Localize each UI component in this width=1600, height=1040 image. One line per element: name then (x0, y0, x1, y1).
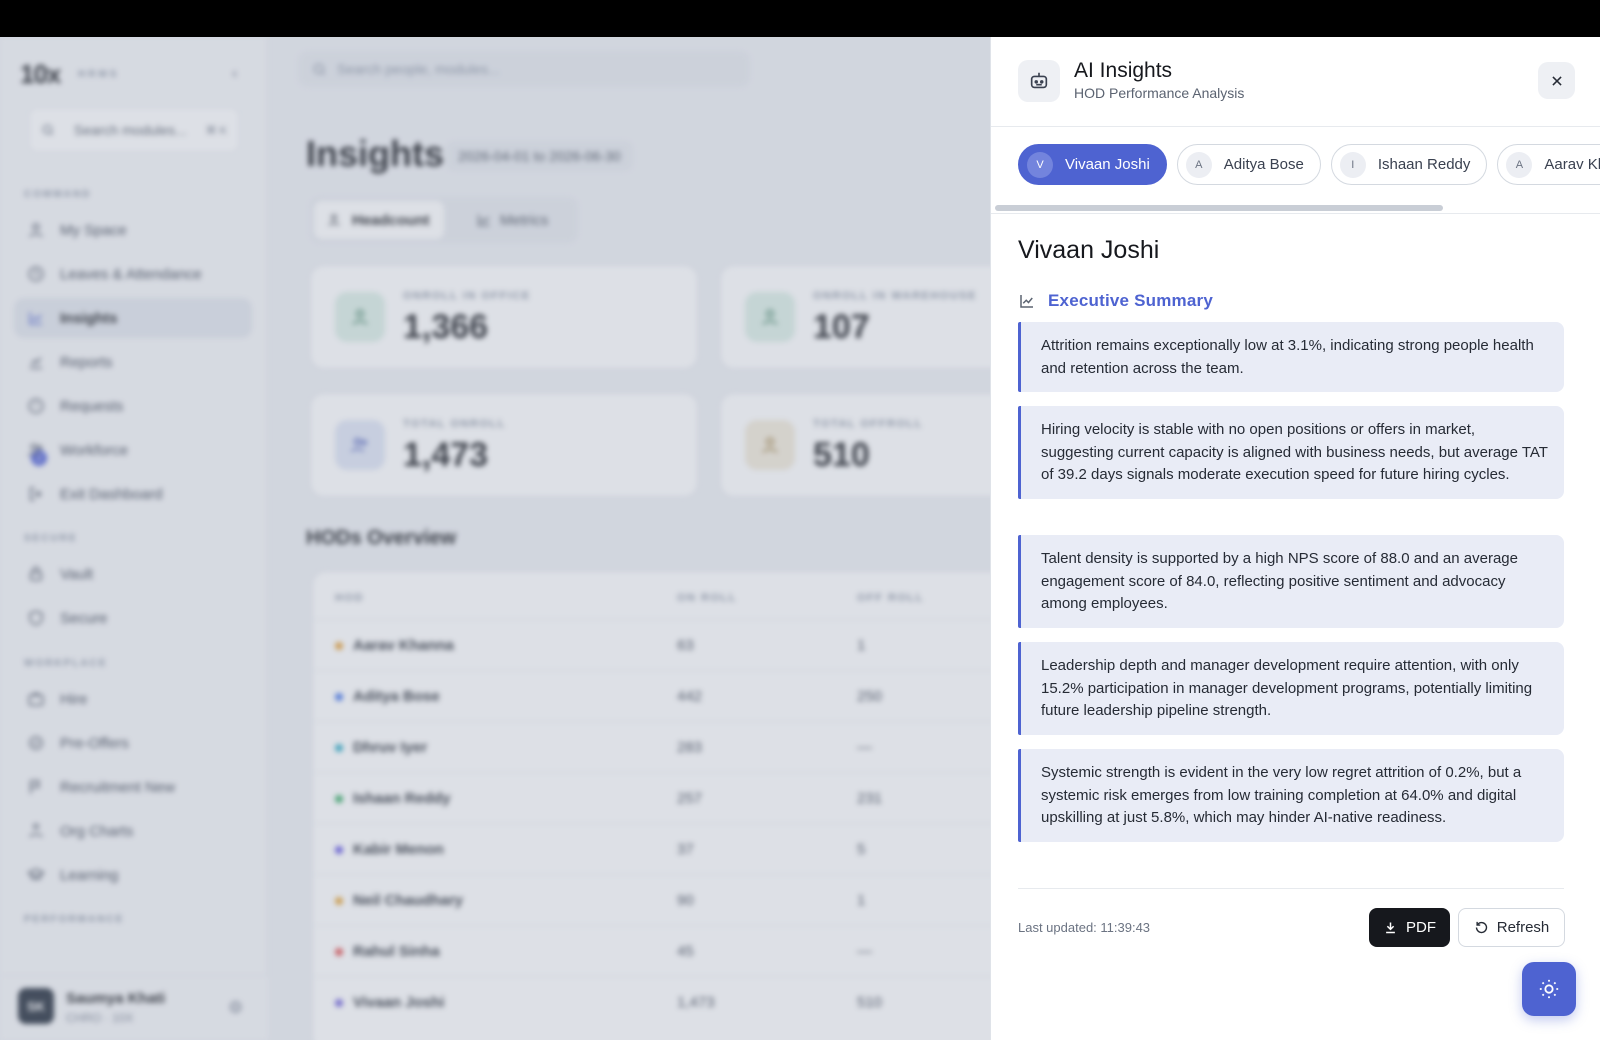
avatar: V (1027, 151, 1053, 178)
theme-toggle-button[interactable] (1522, 962, 1576, 1016)
insight-card: Systemic strength is evident in the very… (1018, 749, 1564, 842)
insight-card: Talent density is supported by a high NP… (1018, 535, 1564, 628)
hod-selector: V Vivaan Joshi A Aditya Bose I Ishaan Re… (1018, 144, 1600, 186)
panel-subtitle: HOD Performance Analysis (1074, 85, 1245, 101)
selected-hod-name: Vivaan Joshi (1018, 236, 1160, 264)
close-button[interactable] (1538, 62, 1575, 99)
insight-card: Attrition remains exceptionally low at 3… (1018, 322, 1564, 392)
divider (991, 213, 1600, 214)
hod-chip-vivaan-joshi[interactable]: V Vivaan Joshi (1018, 144, 1167, 185)
hod-chip-label: Vivaan Joshi (1065, 156, 1150, 173)
insight-card: Leadership depth and manager development… (1018, 642, 1564, 735)
horizontal-scrollbar[interactable] (995, 205, 1443, 211)
download-icon (1386, 922, 1395, 934)
avatar: A (1185, 151, 1212, 178)
screen-top-bar (0, 0, 1600, 37)
close-icon (1551, 75, 1562, 86)
button-label: Refresh (1496, 919, 1550, 936)
ai-insights-panel: AI Insights HOD Performance Analysis V V… (990, 37, 1600, 1040)
panel-title: AI Insights (1074, 59, 1173, 82)
divider (991, 126, 1600, 127)
insight-card: Hiring velocity is stable with no open p… (1018, 406, 1564, 499)
hod-chip-aditya-bose[interactable]: A Aditya Bose (1176, 144, 1321, 185)
last-updated-text: Last updated: 11:39:43 (1018, 920, 1151, 935)
executive-summary-heading: Executive Summary (1018, 291, 1213, 311)
hod-chip-aarav-khanna[interactable]: A Aarav Khanna (1497, 144, 1600, 185)
divider (1018, 888, 1564, 889)
download-pdf-button[interactable]: PDF (1369, 908, 1450, 947)
section-title: Executive Summary (1048, 291, 1213, 310)
hod-chip-label: Aarav Khanna (1544, 156, 1600, 173)
refresh-icon (1475, 921, 1487, 934)
sun-icon (1539, 979, 1559, 999)
hod-chip-ishaan-reddy[interactable]: I Ishaan Reddy (1330, 144, 1488, 185)
hod-chip-label: Ishaan Reddy (1377, 156, 1471, 173)
chart-icon (1020, 295, 1033, 308)
avatar: I (1339, 151, 1366, 178)
robot-icon (1018, 60, 1060, 102)
avatar: A (1506, 151, 1533, 178)
refresh-button[interactable]: Refresh (1458, 908, 1565, 947)
button-label: PDF (1406, 919, 1436, 936)
hod-chip-label: Aditya Bose (1223, 156, 1304, 173)
